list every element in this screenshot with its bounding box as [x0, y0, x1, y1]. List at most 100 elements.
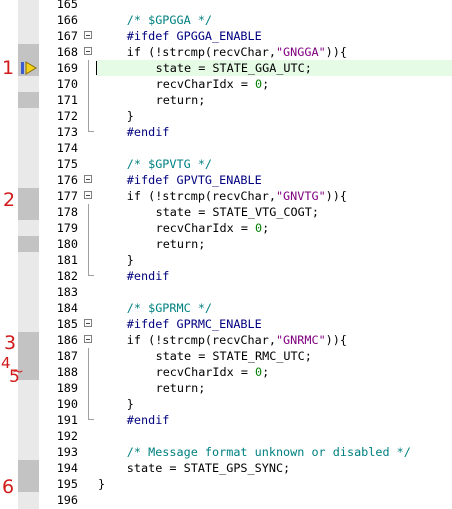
gutter-marker[interactable]: [18, 236, 39, 252]
code-text[interactable]: if (!strcmp(recvChar,"GNVTG")){: [127, 188, 347, 204]
fold-toggle-icon[interactable]: [84, 47, 92, 55]
code-text[interactable]: #ifdef GPRMC_ENABLE: [127, 316, 262, 332]
code-text[interactable]: #ifdef GPGGA_ENABLE: [127, 28, 262, 44]
gutter-marker[interactable]: [18, 476, 39, 492]
fold-toggle-icon[interactable]: [84, 175, 92, 183]
code-line[interactable]: 182 #endif: [0, 268, 452, 284]
code-line[interactable]: 169 state = STATE_GGA_UTC;: [0, 60, 452, 76]
code-text[interactable]: state = STATE_VTG_COGT;: [156, 204, 319, 220]
code-token: ;: [262, 365, 270, 379]
line-number: 181: [56, 253, 78, 267]
code-line[interactable]: 181}: [0, 252, 452, 268]
code-text[interactable]: state = STATE_GGA_UTC;: [156, 60, 312, 76]
line-number: 187: [56, 349, 78, 363]
fold-guide: [88, 92, 89, 108]
code-line[interactable]: 178 state = STATE_VTG_COGT;: [0, 204, 452, 220]
gutter-marker[interactable]: [18, 332, 39, 348]
code-line[interactable]: 173 #endif: [0, 124, 452, 140]
code-token: state = STATE_VTG_COGT;: [155, 205, 319, 219]
code-text[interactable]: /* $GPGGA */: [127, 12, 212, 28]
code-line[interactable]: 187 state = STATE_RMC_UTC;: [0, 348, 452, 364]
code-text[interactable]: recvCharIdx = 0;: [156, 364, 270, 380]
code-line[interactable]: 183: [0, 284, 452, 300]
code-line[interactable]: 193 /* Message format unknown or disabled…: [0, 444, 452, 460]
code-text[interactable]: if (!strcmp(recvChar,"GNRMC")){: [127, 332, 347, 348]
code-line[interactable]: 180 return;: [0, 236, 452, 252]
code-line[interactable]: 166 /* $GPGGA */: [0, 12, 452, 28]
gutter-marker[interactable]: [18, 188, 39, 204]
code-token: }: [98, 477, 106, 491]
code-line[interactable]: 168 if (!strcmp(recvChar,"GNGGA")){: [0, 44, 452, 60]
line-number: 188: [56, 365, 78, 379]
annotation-6: 6: [2, 476, 15, 498]
fold-toggle-icon[interactable]: [84, 335, 92, 343]
code-text[interactable]: }: [98, 476, 105, 492]
code-token: recvCharIdx =: [155, 365, 256, 379]
code-text[interactable]: #endif: [127, 268, 170, 284]
code-line[interactable]: 185 #ifdef GPRMC_ENABLE: [0, 316, 452, 332]
fold-guide: [88, 220, 89, 236]
code-text[interactable]: #endif: [127, 412, 170, 428]
fold-toggle-icon[interactable]: [84, 319, 92, 327]
gutter-marker[interactable]: [18, 92, 39, 108]
code-line[interactable]: 172}: [0, 108, 452, 124]
code-text[interactable]: return;: [156, 236, 206, 252]
code-text[interactable]: }: [127, 108, 134, 124]
line-number: 165: [56, 0, 78, 11]
code-line[interactable]: 189 return;: [0, 380, 452, 396]
code-line[interactable]: 188 recvCharIdx = 0;: [0, 364, 452, 380]
fold-guide: [88, 60, 89, 76]
code-line[interactable]: 174: [0, 140, 452, 156]
line-number: 179: [56, 221, 78, 235]
code-text[interactable]: recvCharIdx = 0;: [156, 76, 270, 92]
code-line[interactable]: 192: [0, 428, 452, 444]
code-token: )){: [325, 333, 347, 347]
code-text[interactable]: /* Message format unknown or disabled */: [127, 444, 411, 460]
code-line[interactable]: 165: [0, 0, 452, 12]
code-text[interactable]: #ifdef GPVTG_ENABLE: [127, 172, 262, 188]
code-line[interactable]: 196: [0, 492, 452, 508]
code-text[interactable]: }: [127, 396, 134, 412]
code-line[interactable]: 170 recvCharIdx = 0;: [0, 76, 452, 92]
code-text[interactable]: state = STATE_RMC_UTC;: [156, 348, 312, 364]
line-number: 186: [56, 333, 78, 347]
code-text[interactable]: #endif: [127, 124, 170, 140]
comment-token: /* Message format unknown or disabled */: [126, 445, 411, 459]
line-number: 174: [56, 141, 78, 155]
code-line[interactable]: 194 state = STATE_GPS_SYNC;: [0, 460, 452, 476]
code-line[interactable]: 184 /* $GPRMC */: [0, 300, 452, 316]
text-caret: [96, 61, 97, 75]
fold-end-marker: [88, 131, 94, 132]
fold-toggle-icon[interactable]: [84, 31, 92, 39]
gutter-marker[interactable]: [18, 44, 39, 60]
code-editor[interactable]: 165 166 /* $GPGGA */ 167 #ifdef GPGGA_ENABLE…: [0, 0, 452, 509]
line-number: 192: [56, 429, 78, 443]
code-line[interactable]: 171 return;: [0, 92, 452, 108]
gutter-marker[interactable]: [18, 460, 39, 476]
code-text[interactable]: recvCharIdx = 0;: [156, 220, 270, 236]
line-number: 176: [56, 173, 78, 187]
fold-end-marker: [88, 419, 94, 420]
code-text[interactable]: return;: [156, 92, 206, 108]
code-line[interactable]: 177 if (!strcmp(recvChar,"GNVTG")){: [0, 188, 452, 204]
code-text[interactable]: if (!strcmp(recvChar,"GNGGA")){: [127, 44, 347, 60]
code-line[interactable]: 167 #ifdef GPGGA_ENABLE: [0, 28, 452, 44]
fold-toggle-icon[interactable]: [84, 191, 92, 199]
code-text[interactable]: /* $GPRMC */: [127, 300, 212, 316]
code-text[interactable]: /* $GPVTG */: [127, 156, 212, 172]
code-line[interactable]: 186 if (!strcmp(recvChar,"GNRMC")){: [0, 332, 452, 348]
gutter-marker[interactable]: [18, 204, 39, 220]
code-text[interactable]: return;: [156, 380, 206, 396]
line-number: 175: [56, 157, 78, 171]
code-line[interactable]: 176 #ifdef GPVTG_ENABLE: [0, 172, 452, 188]
annotation-2: 2: [3, 189, 16, 211]
code-token: if (!strcmp(recvChar,: [126, 333, 276, 347]
code-text[interactable]: }: [127, 252, 134, 268]
code-line[interactable]: 175 /* $GPVTG */: [0, 156, 452, 172]
code-line[interactable]: 191 #endif: [0, 412, 452, 428]
code-line[interactable]: 195}: [0, 476, 452, 492]
code-line[interactable]: 179 recvCharIdx = 0;: [0, 220, 452, 236]
code-line[interactable]: 190}: [0, 396, 452, 412]
comment-token: /* $GPVTG */: [126, 157, 213, 171]
code-text[interactable]: state = STATE_GPS_SYNC;: [127, 460, 290, 476]
